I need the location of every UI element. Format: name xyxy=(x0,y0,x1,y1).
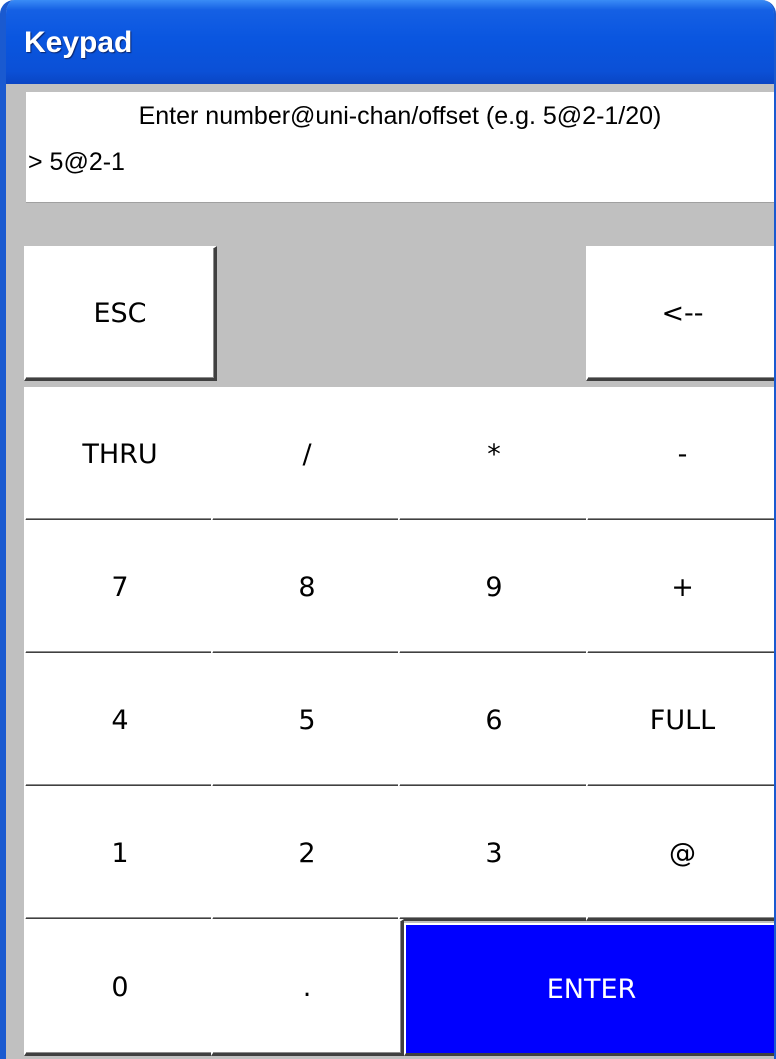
enter-key[interactable]: ENTER xyxy=(404,923,774,1056)
plus-key[interactable]: + xyxy=(586,520,774,655)
keypad-window: Keypad Enter number@uni-chan/offset (e.g… xyxy=(0,0,776,1059)
seven-key[interactable]: 7 xyxy=(24,520,217,655)
entry-value: > 5@2-1 xyxy=(28,148,125,176)
eight-key[interactable]: 8 xyxy=(211,520,404,655)
window-title: Keypad xyxy=(24,26,133,59)
backspace-key[interactable]: <-- xyxy=(586,246,774,381)
entry-display: Enter number@uni-chan/offset (e.g. 5@2-1… xyxy=(26,92,774,203)
title-bar[interactable]: Keypad xyxy=(6,0,774,84)
entry-prompt: Enter number@uni-chan/offset (e.g. 5@2-1… xyxy=(138,102,662,130)
one-key[interactable]: 1 xyxy=(24,786,217,921)
five-key[interactable]: 5 xyxy=(211,653,404,788)
zero-key[interactable]: 0 xyxy=(24,919,217,1056)
slash-key[interactable]: / xyxy=(211,387,404,522)
thru-key[interactable]: THRU xyxy=(24,387,217,522)
decimal-point-key[interactable]: . xyxy=(211,919,404,1056)
six-key[interactable]: 6 xyxy=(398,653,591,788)
four-key[interactable]: 4 xyxy=(24,653,217,788)
two-key[interactable]: 2 xyxy=(211,786,404,921)
full-key[interactable]: FULL xyxy=(586,653,774,788)
nine-key[interactable]: 9 xyxy=(398,520,591,655)
multiply-key[interactable]: * xyxy=(398,387,591,522)
three-key[interactable]: 3 xyxy=(398,786,591,921)
esc-key[interactable]: ESC xyxy=(24,246,217,381)
minus-key[interactable]: - xyxy=(586,387,774,522)
at-key[interactable]: @ xyxy=(586,786,774,921)
